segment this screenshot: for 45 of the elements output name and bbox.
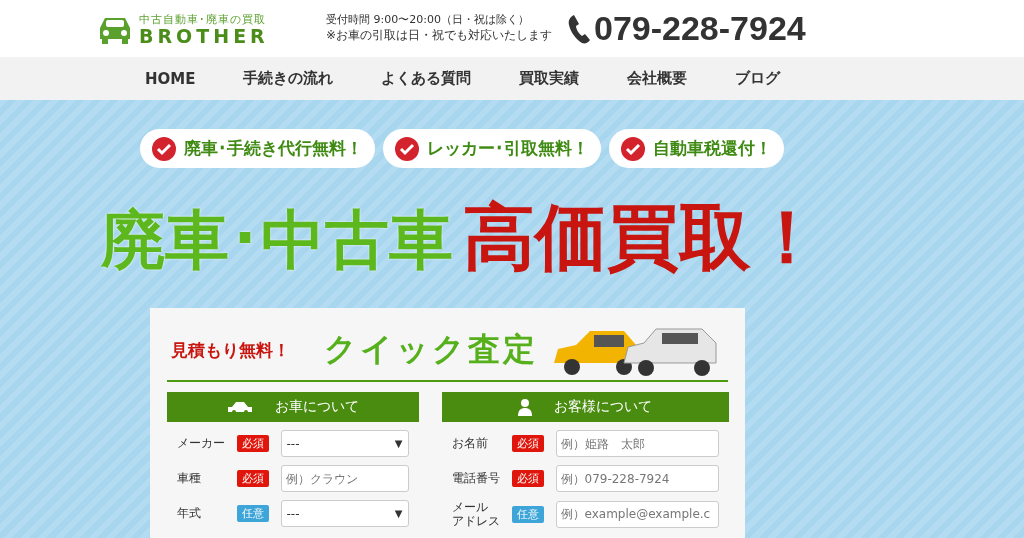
required-tag: 必須 (236, 435, 269, 452)
nav-link[interactable]: 会社概要 (627, 69, 688, 88)
nav-link[interactable]: よくある質問 (381, 69, 472, 88)
nav-link[interactable]: 手続きの流れ (243, 69, 334, 88)
phone-number: 079-228-7924 (594, 9, 806, 48)
logo-name: BROTHER (139, 26, 269, 46)
field-label: アドレス (451, 514, 501, 529)
car-icon (226, 400, 253, 414)
field-label: お名前 (451, 436, 489, 451)
input-field[interactable]: 例）クラウン (280, 465, 409, 492)
free-estimate-label: 見積もり無料！ (170, 338, 290, 362)
section-title: お客様について (554, 398, 652, 416)
phone-icon (568, 13, 590, 44)
field-label: 電話番号 (451, 471, 501, 486)
optional-tag: 任意 (511, 505, 544, 523)
business-hours: 受付時間 9:00〜20:00（日・祝は除く） (326, 12, 530, 28)
form-title: クイック査定 (323, 329, 538, 370)
nav-link[interactable]: 買取実績 (519, 69, 580, 88)
select-field[interactable]: --- ▼ (280, 430, 409, 457)
required-tag: 必須 (511, 435, 544, 452)
pickup-note: ※お車の引取は日・祝でも対応いたします (326, 27, 554, 45)
section-title: お車について (274, 398, 359, 416)
person-icon (518, 398, 532, 416)
headline-emphasis: 高価買取！ (463, 194, 823, 281)
nav-link[interactable]: ブログ (735, 69, 781, 88)
required-tag: 必須 (511, 470, 544, 487)
feature-badge: レッカー･引取無料！ (383, 129, 601, 168)
headline: 廃車･中古車 (101, 202, 453, 279)
field-label: メーカー (176, 436, 226, 451)
check-icon (395, 136, 419, 161)
input-field[interactable]: 例）example@example.c (555, 500, 719, 528)
check-icon (152, 136, 176, 161)
field-label: 年式 (176, 506, 202, 521)
required-tag: 必須 (236, 470, 269, 487)
optional-tag: 任意 (236, 505, 269, 522)
field-label: メール (451, 500, 489, 515)
input-field[interactable]: 例）姫路 太郎 (555, 430, 719, 457)
nav-link[interactable]: HOME (145, 69, 196, 88)
field-label: 車種 (176, 471, 202, 486)
select-field[interactable]: --- ▼ (280, 500, 409, 527)
feature-badge: 自動車税還付！ (609, 129, 784, 168)
input-field[interactable]: 例）079-228-7924 (555, 465, 719, 492)
check-icon (621, 136, 645, 161)
feature-badge: 廃車･手続き代行無料！ (140, 129, 375, 168)
logo-tagline: 中古自動車･廃車の買取 (139, 11, 267, 27)
